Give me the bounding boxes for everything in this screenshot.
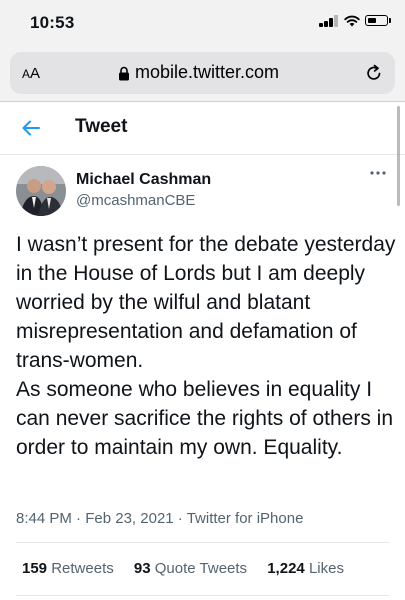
scrollbar[interactable] — [397, 106, 400, 206]
tweet-meta: 8:44 PM · Feb 23, 2021 · Twitter for iPh… — [16, 510, 303, 527]
quote-tweets-label: Quote Tweets — [154, 560, 248, 577]
more-icon[interactable] — [370, 170, 386, 176]
address-bar[interactable]: AA mobile.twitter.com — [10, 52, 395, 94]
browser-toolbar: AA mobile.twitter.com — [0, 46, 405, 102]
meta-separator: · — [76, 510, 82, 527]
likes-count: 1,224 — [267, 560, 305, 577]
tweet-text: I wasn’t present for the debate yesterda… — [16, 233, 396, 459]
tweet-date[interactable]: Feb 23, 2021 — [85, 510, 173, 527]
tweet-source[interactable]: Twitter for iPhone — [187, 510, 304, 527]
battery-cap — [389, 18, 391, 23]
quote-tweets-stat[interactable]: 93 Quote Tweets — [134, 560, 247, 577]
reload-icon[interactable] — [364, 63, 384, 83]
status-time: 10:53 — [30, 13, 75, 32]
wifi-icon — [344, 15, 360, 27]
retweets-stat[interactable]: 159 Retweets — [22, 560, 114, 577]
tweet-time[interactable]: 8:44 PM — [16, 510, 72, 527]
battery-icon — [365, 15, 388, 26]
status-bar: 10:53 — [0, 0, 405, 46]
likes-label: Likes — [308, 560, 344, 577]
author-handle[interactable]: @mcashmanCBE — [76, 192, 195, 209]
back-arrow-icon[interactable] — [20, 117, 42, 139]
retweets-label: Retweets — [51, 560, 114, 577]
meta-separator: · — [177, 510, 183, 527]
likes-stat[interactable]: 1,224 Likes — [267, 560, 344, 577]
avatar[interactable] — [16, 166, 66, 216]
lock-icon — [119, 66, 129, 81]
tweet-stats: 159 Retweets 93 Quote Tweets 1,224 Likes — [22, 560, 360, 577]
url-text[interactable]: mobile.twitter.com — [135, 62, 279, 83]
divider — [16, 595, 389, 596]
quote-tweets-count: 93 — [133, 560, 151, 577]
author-name[interactable]: Michael Cashman — [76, 171, 211, 189]
signal-icon — [319, 15, 339, 27]
divider — [16, 542, 389, 543]
text-size-button[interactable]: AA — [22, 65, 40, 82]
retweets-count: 159 — [22, 560, 48, 577]
tweet-header: Tweet — [0, 102, 405, 155]
page-title: Tweet — [75, 116, 128, 137]
